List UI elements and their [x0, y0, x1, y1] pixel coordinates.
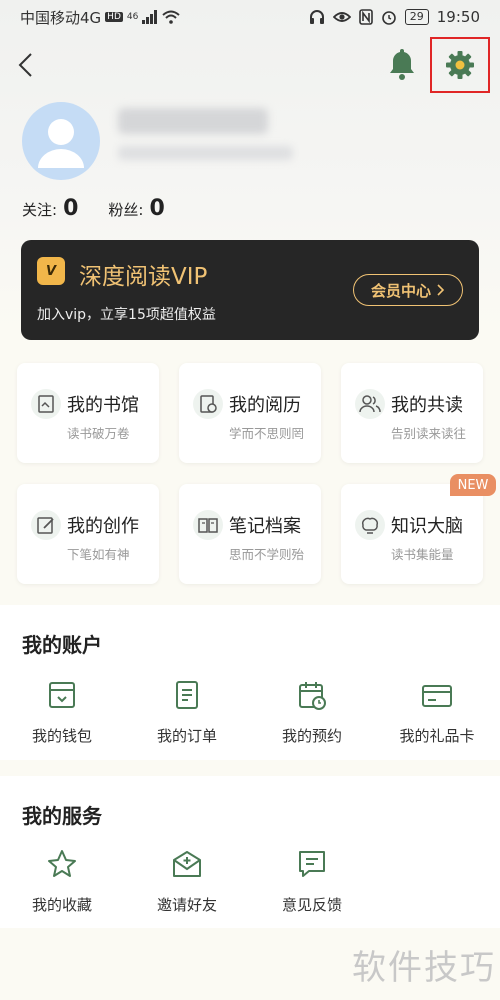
vip-description: 加入vip，立享15项超值权益 [37, 307, 216, 323]
service-section-title: 我的服务 [22, 804, 102, 828]
blurred-username [118, 108, 268, 134]
card-title: 知识大脑 [391, 516, 463, 537]
settings-button-highlight[interactable] [430, 37, 490, 93]
member-center-label: 会员中心 [370, 281, 431, 300]
gift-card-icon [422, 685, 452, 707]
card-title: 我的阅历 [229, 395, 301, 416]
follow-stats: 关注: 0 粉丝: 0 [22, 196, 195, 221]
brain-icon [355, 510, 385, 540]
card-subtitle: 下笔如有神 [67, 547, 130, 562]
gear-icon[interactable] [445, 50, 475, 80]
account-section-title: 我的账户 [22, 633, 102, 657]
battery-indicator: 29 [404, 9, 429, 25]
status-bar: 中国移动4G HD 46 29 19:50 [0, 0, 500, 34]
avatar[interactable] [22, 102, 100, 180]
card-brain[interactable]: 知识大脑 读书集能量 [341, 484, 483, 584]
group-read-icon [355, 389, 385, 419]
order-label: 我的订单 [156, 727, 217, 745]
wifi-icon [162, 10, 180, 24]
card-create[interactable]: 我的创作 下笔如有神 [17, 484, 159, 584]
headphones-icon [309, 10, 324, 24]
clock: 19:50 [436, 8, 480, 26]
service-section: 我的服务 我的收藏 邀请好友 意见反馈 [0, 776, 500, 928]
card-library[interactable]: 我的书馆 读书破万卷 [17, 363, 159, 463]
back-arrow-icon[interactable] [16, 52, 36, 78]
card-title: 笔记档案 [229, 516, 301, 537]
feedback-item[interactable]: 意见反馈 [257, 848, 367, 915]
invite-label: 邀请好友 [156, 896, 217, 914]
follow-label[interactable]: 关注: [22, 199, 57, 220]
star-icon [48, 850, 76, 877]
order-icon [176, 681, 198, 709]
favorites-label: 我的收藏 [31, 896, 92, 914]
gift-card-item[interactable]: 我的礼品卡 [382, 679, 492, 746]
new-badge: NEW [450, 474, 496, 496]
notes-icon [193, 510, 223, 540]
calendar-icon [299, 682, 326, 710]
order-item[interactable]: 我的订单 [132, 679, 242, 746]
fans-count[interactable]: 0 [149, 196, 164, 221]
card-group-read[interactable]: 我的共读 告别读来读往 [341, 363, 483, 463]
card-title: 我的共读 [391, 395, 463, 416]
vip-banner[interactable]: V 深度阅读VIP 加入vip，立享15项超值权益 会员中心 [21, 240, 479, 340]
feedback-icon [299, 851, 325, 877]
favorites-item[interactable]: 我的收藏 [7, 848, 117, 915]
card-notes[interactable]: 笔记档案 思而不学则殆 [179, 484, 321, 584]
blurred-user-info [118, 146, 293, 160]
carrier-label: 中国移动4G [20, 8, 102, 27]
card-subtitle: 思而不学则殆 [229, 547, 305, 562]
card-subtitle: 读书破万卷 [67, 426, 130, 441]
network-label: 46 [126, 12, 139, 22]
signal-icon [142, 10, 158, 24]
eye-icon [332, 12, 351, 22]
notification-bell-icon[interactable] [387, 47, 417, 81]
wallet-icon [49, 682, 75, 708]
card-subtitle: 告别读来读往 [391, 426, 467, 441]
gift-card-label: 我的礼品卡 [399, 727, 475, 745]
card-title: 我的创作 [67, 516, 139, 537]
wallet-item[interactable]: 我的钱包 [7, 679, 117, 746]
watermark: 软件技巧 [352, 948, 496, 988]
vip-title: 深度阅读VIP [79, 264, 208, 290]
invite-icon [173, 851, 201, 877]
vip-logo: V [37, 257, 65, 285]
history-icon [193, 389, 223, 419]
default-user-icon [38, 119, 84, 168]
card-title: 我的书馆 [67, 395, 139, 416]
wallet-label: 我的钱包 [31, 727, 92, 745]
vip-logo-text: V [45, 263, 57, 279]
alarm-icon [381, 11, 396, 25]
feedback-label: 意见反馈 [281, 896, 342, 914]
card-subtitle: 学而不思则罔 [229, 426, 305, 441]
nfc-icon [358, 9, 373, 25]
reservation-item[interactable]: 我的预约 [257, 679, 367, 746]
edit-icon [31, 510, 61, 540]
invite-item[interactable]: 邀请好友 [132, 848, 242, 915]
library-icon [31, 389, 61, 419]
hd-badge: HD [105, 12, 123, 22]
card-history[interactable]: 我的阅历 学而不思则罔 [179, 363, 321, 463]
member-center-button[interactable]: 会员中心 [353, 274, 463, 306]
account-section: 我的账户 我的钱包 我的订单 我的预约 我的礼品卡 [0, 605, 500, 760]
fans-label[interactable]: 粉丝: [108, 199, 143, 220]
chevron-right-icon [437, 284, 445, 296]
reservation-label: 我的预约 [281, 727, 342, 745]
card-subtitle: 读书集能量 [391, 547, 454, 562]
follow-count[interactable]: 0 [63, 196, 78, 221]
